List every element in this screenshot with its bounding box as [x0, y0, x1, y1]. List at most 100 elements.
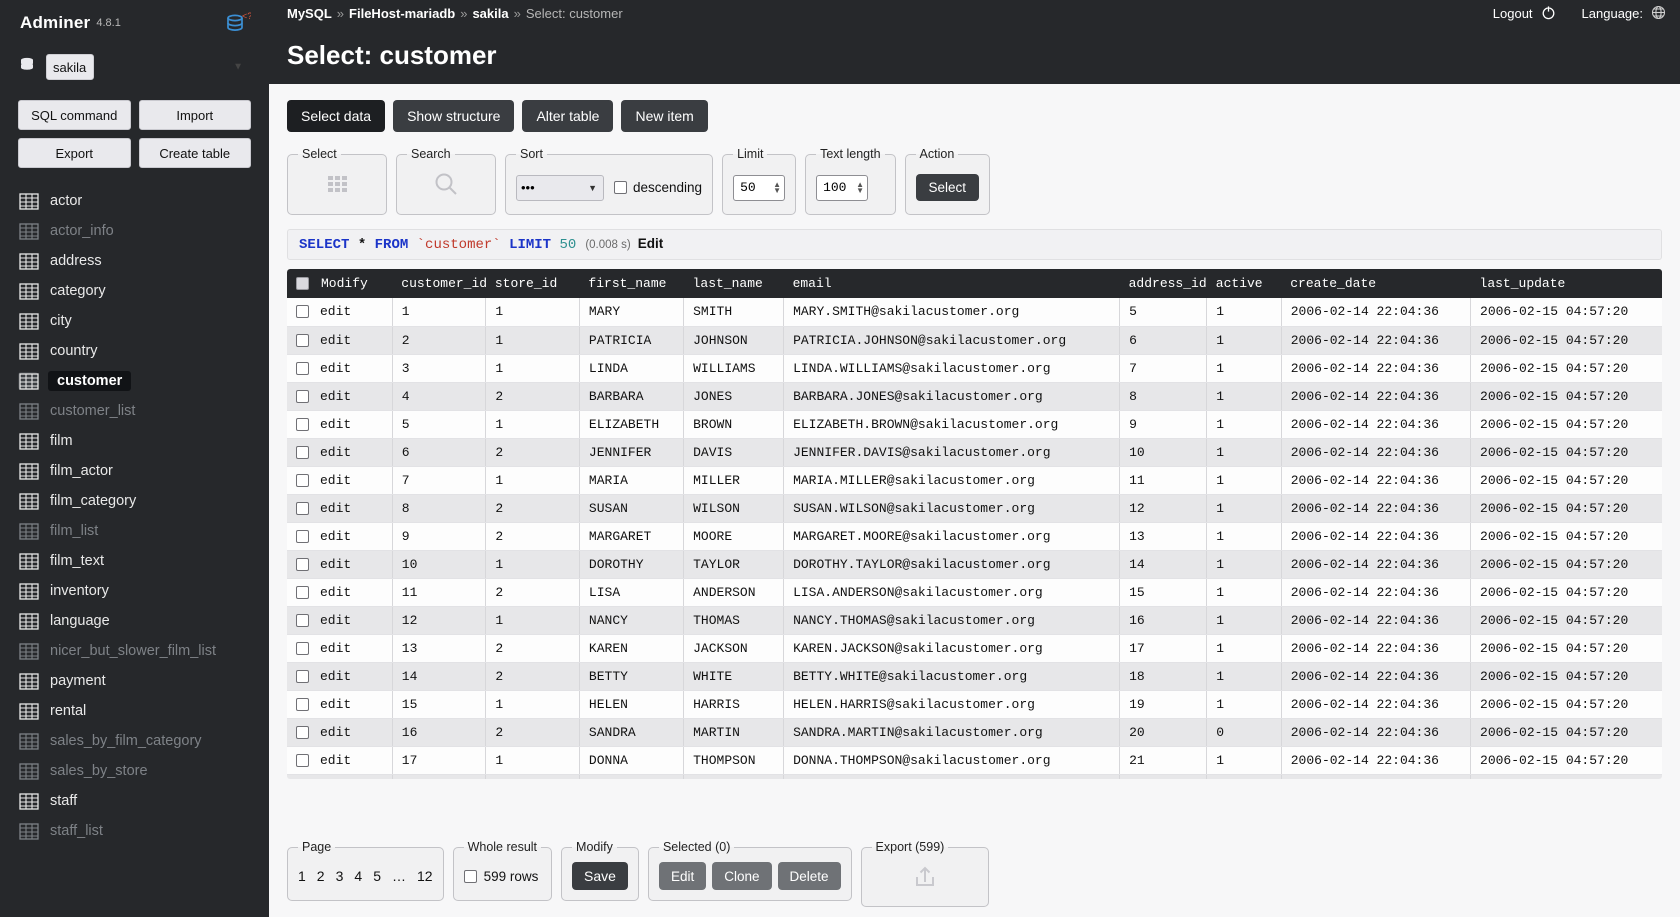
delete-selected-button[interactable]: Delete	[778, 862, 841, 890]
table-row[interactable]: edit21PATRICIAJOHNSONPATRICIA.JOHNSON@sa…	[287, 326, 1662, 354]
sidebar-table-city[interactable]: city	[0, 306, 269, 336]
edit-selected-button[interactable]: Edit	[659, 862, 706, 890]
sidebar-table-film_text[interactable]: film_text	[0, 546, 269, 576]
table-row[interactable]: edit62JENNIFERDAVISJENNIFER.DAVIS@sakila…	[287, 438, 1662, 466]
sidebar-table-staff_list[interactable]: staff_list	[0, 816, 269, 846]
table-row[interactable]: edit142BETTYWHITEBETTY.WHITE@sakilacusto…	[287, 662, 1662, 690]
column-header-store_id[interactable]: store_id	[486, 269, 580, 298]
row-checkbox[interactable]	[296, 418, 309, 431]
row-checkbox[interactable]	[296, 502, 309, 515]
row-checkbox[interactable]	[296, 334, 309, 347]
sidebar-table-nicer_but_slower_film_list[interactable]: nicer_but_slower_film_list	[0, 636, 269, 666]
table-row[interactable]: edit71MARIAMILLERMARIA.MILLER@sakilacust…	[287, 466, 1662, 494]
sidebar-table-film_list[interactable]: film_list	[0, 516, 269, 546]
database-select[interactable]: sakila	[46, 54, 94, 80]
row-edit-link[interactable]: edit	[320, 613, 351, 628]
row-checkbox[interactable]	[296, 642, 309, 655]
row-edit-link[interactable]: edit	[320, 669, 351, 684]
table-row[interactable]: edit11MARYSMITHMARY.SMITH@sakilacustomer…	[287, 298, 1662, 326]
row-checkbox[interactable]	[296, 586, 309, 599]
row-edit-link[interactable]: edit	[320, 585, 351, 600]
page-link-5[interactable]: 5	[373, 868, 381, 884]
sidebar-table-actor[interactable]: actor	[0, 186, 269, 216]
column-header-address_id[interactable]: address_id	[1120, 269, 1207, 298]
sidebar-table-film_category[interactable]: film_category	[0, 486, 269, 516]
tab-show-structure[interactable]: Show structure	[393, 100, 514, 132]
row-checkbox[interactable]	[296, 726, 309, 739]
row-checkbox[interactable]	[296, 670, 309, 683]
row-checkbox[interactable]	[296, 530, 309, 543]
column-header-email[interactable]: email	[784, 269, 1120, 298]
sidebar-table-sales_by_film_category[interactable]: sales_by_film_category	[0, 726, 269, 756]
row-checkbox[interactable]	[296, 558, 309, 571]
tab-new-item[interactable]: New item	[621, 100, 707, 132]
table-row[interactable]: edit182CAROLGARCIACAROL.GARCIA@sakilacus…	[287, 774, 1662, 779]
table-row[interactable]: edit132KARENJACKSONKAREN.JACKSON@sakilac…	[287, 634, 1662, 662]
sidebar-table-customer_list[interactable]: customer_list	[0, 396, 269, 426]
row-edit-link[interactable]: edit	[320, 753, 351, 768]
sidebar-table-inventory[interactable]: inventory	[0, 576, 269, 606]
sidebar-table-sales_by_store[interactable]: sales_by_store	[0, 756, 269, 786]
select-all-checkbox[interactable]	[296, 277, 309, 290]
table-row[interactable]: edit51ELIZABETHBROWNELIZABETH.BROWN@saki…	[287, 410, 1662, 438]
logout-link[interactable]: Logout	[1493, 5, 1556, 23]
breadcrumb-database[interactable]: sakila	[472, 6, 508, 21]
row-checkbox[interactable]	[296, 362, 309, 375]
table-row[interactable]: edit112LISAANDERSONLISA.ANDERSON@sakilac…	[287, 578, 1662, 606]
sql-edit-link[interactable]: Edit	[638, 236, 664, 251]
whole-result-checkbox[interactable]	[464, 870, 477, 883]
row-edit-link[interactable]: edit	[320, 697, 351, 712]
row-edit-link[interactable]: edit	[320, 389, 351, 404]
select-columns-button[interactable]	[298, 167, 376, 206]
sort-select[interactable]: •••	[516, 175, 604, 201]
table-row[interactable]: edit151HELENHARRISHELEN.HARRIS@sakilacus…	[287, 690, 1662, 718]
row-edit-link[interactable]: edit	[320, 417, 351, 432]
descending-checkbox[interactable]	[614, 181, 627, 194]
row-checkbox[interactable]	[296, 474, 309, 487]
sidebar-table-payment[interactable]: payment	[0, 666, 269, 696]
run-select-button[interactable]: Select	[916, 174, 980, 201]
row-edit-link[interactable]: edit	[320, 473, 351, 488]
sidebar-table-film[interactable]: film	[0, 426, 269, 456]
column-header-last_update[interactable]: last_update	[1471, 269, 1662, 298]
column-header-Modify[interactable]: Modify	[287, 269, 392, 298]
tab-select-data[interactable]: Select data	[287, 100, 385, 132]
row-checkbox[interactable]	[296, 614, 309, 627]
sidebar-table-customer[interactable]: customer	[0, 366, 269, 396]
row-edit-link[interactable]: edit	[320, 529, 351, 544]
descending-checkbox-label[interactable]: descending	[614, 180, 702, 195]
export-button[interactable]	[872, 860, 978, 898]
sidebar-table-address[interactable]: address	[0, 246, 269, 276]
sidebar-table-rental[interactable]: rental	[0, 696, 269, 726]
row-edit-link[interactable]: edit	[320, 445, 351, 460]
row-edit-link[interactable]: edit	[320, 304, 351, 319]
page-link-3[interactable]: 3	[336, 868, 344, 884]
sidebar-table-film_actor[interactable]: film_actor	[0, 456, 269, 486]
table-row[interactable]: edit162SANDRAMARTINSANDRA.MARTIN@sakilac…	[287, 718, 1662, 746]
column-header-last_name[interactable]: last_name	[684, 269, 784, 298]
page-link-2[interactable]: 2	[317, 868, 325, 884]
page-link-12[interactable]: 12	[417, 868, 433, 884]
save-button[interactable]: Save	[572, 862, 628, 890]
clone-selected-button[interactable]: Clone	[712, 862, 771, 890]
row-checkbox[interactable]	[296, 698, 309, 711]
table-row[interactable]: edit31LINDAWILLIAMSLINDA.WILLIAMS@sakila…	[287, 354, 1662, 382]
sidebar-table-country[interactable]: country	[0, 336, 269, 366]
whole-result-checkbox-label[interactable]: 599 rows	[464, 860, 539, 892]
sql-command-button[interactable]: SQL command	[18, 100, 131, 130]
column-header-first_name[interactable]: first_name	[579, 269, 683, 298]
row-edit-link[interactable]: edit	[320, 333, 351, 348]
sidebar-table-staff[interactable]: staff	[0, 786, 269, 816]
table-row[interactable]: edit92MARGARETMOOREMARGARET.MOORE@sakila…	[287, 522, 1662, 550]
page-link-…[interactable]: …	[392, 868, 406, 884]
import-button[interactable]: Import	[139, 100, 252, 130]
breadcrumb-server[interactable]: MySQL	[287, 6, 332, 21]
results-table-container[interactable]: Modifycustomer_idstore_idfirst_namelast_…	[287, 269, 1662, 779]
table-row[interactable]: edit101DOROTHYTAYLORDOROTHY.TAYLOR@sakil…	[287, 550, 1662, 578]
language-selector[interactable]: Language:	[1582, 5, 1666, 23]
table-row[interactable]: edit82SUSANWILSONSUSAN.WILSON@sakilacust…	[287, 494, 1662, 522]
breadcrumb-host[interactable]: FileHost-mariadb	[349, 6, 455, 21]
table-row[interactable]: edit171DONNATHOMPSONDONNA.THOMPSON@sakil…	[287, 746, 1662, 774]
text-length-stepper[interactable]: ▲▼	[856, 182, 864, 194]
row-edit-link[interactable]: edit	[320, 501, 351, 516]
